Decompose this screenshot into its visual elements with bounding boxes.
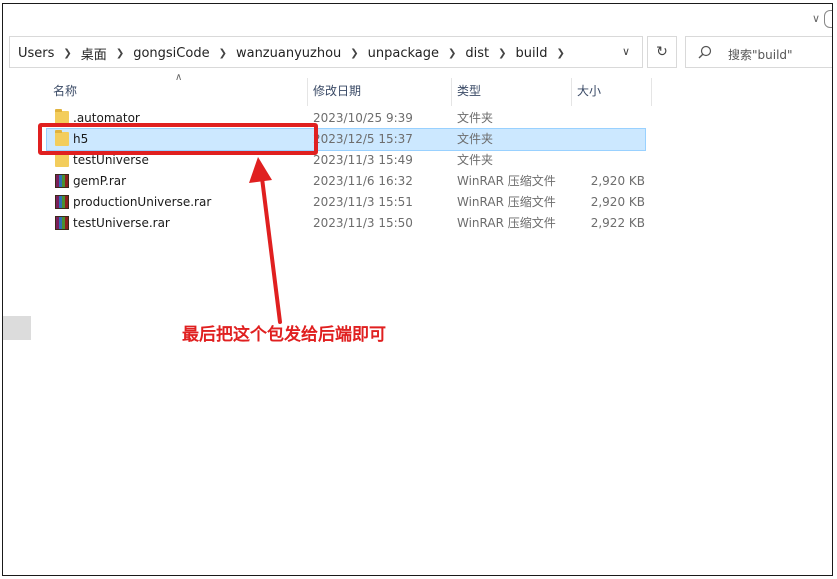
breadcrumb-users[interactable]: Users xyxy=(16,46,56,61)
refresh-icon: ↻ xyxy=(656,44,668,60)
file-type: WinRAR 压缩文件 xyxy=(457,195,556,209)
chevron-right-icon[interactable]: ❯ xyxy=(448,48,456,59)
search-input[interactable]: 搜索"build" xyxy=(728,46,793,63)
annotation-highlight-box xyxy=(38,123,318,155)
breadcrumb-dist[interactable]: dist xyxy=(463,46,491,61)
explorer-window: ∨ Users ❯ 桌面 ❯ gongsiCode ❯ wanzuanyuzho… xyxy=(2,3,833,576)
rar-archive-icon xyxy=(55,195,69,209)
folder-icon xyxy=(55,151,69,167)
breadcrumb-desktop[interactable]: 桌面 xyxy=(79,44,109,63)
breadcrumb-wanzuanyuzhou[interactable]: wanzuanyuzhou xyxy=(234,46,343,61)
title-strip: ∨ xyxy=(3,4,832,34)
column-date[interactable]: 修改日期 xyxy=(307,76,451,106)
breadcrumb: Users ❯ 桌面 ❯ gongsiCode ❯ wanzuanyuzhou … xyxy=(16,44,572,63)
file-name: productionUniverse.rar xyxy=(73,195,212,209)
breadcrumb-unpackage[interactable]: unpackage xyxy=(366,46,441,61)
chevron-right-icon[interactable]: ❯ xyxy=(350,48,358,59)
file-date: 2023/11/3 15:51 xyxy=(313,195,413,209)
rar-archive-icon xyxy=(55,174,69,188)
search-icon xyxy=(698,45,712,59)
file-date: 2023/11/3 15:49 xyxy=(313,153,413,167)
file-size: 2,920 KB xyxy=(590,195,645,209)
address-dropdown-icon[interactable]: ∨ xyxy=(622,45,630,58)
column-divider[interactable] xyxy=(651,78,652,106)
breadcrumb-gongsicode[interactable]: gongsiCode xyxy=(131,46,211,61)
file-name: gemP.rar xyxy=(73,174,127,188)
file-name: testUniverse.rar xyxy=(73,216,170,230)
chevron-right-icon[interactable]: ❯ xyxy=(116,48,124,59)
search-box[interactable]: 搜索"build" xyxy=(685,36,832,68)
file-date: 2023/10/25 9:39 xyxy=(313,111,413,125)
address-row: Users ❯ 桌面 ❯ gongsiCode ❯ wanzuanyuzhou … xyxy=(3,36,832,70)
breadcrumb-build[interactable]: build xyxy=(514,46,550,61)
file-date: 2023/12/5 15:37 xyxy=(313,132,413,146)
annotation-text: 最后把这个包发给后端即可 xyxy=(182,325,386,345)
chevron-right-icon[interactable]: ❯ xyxy=(63,48,71,59)
chevron-right-icon[interactable]: ❯ xyxy=(557,48,565,59)
file-row-gemp-rar[interactable]: gemP.rar 2023/11/6 16:32 WinRAR 压缩文件 2,9… xyxy=(47,171,657,192)
column-header: ∧ 名称 修改日期 类型 大小 xyxy=(47,72,657,106)
circle-icon xyxy=(824,10,832,28)
file-type: WinRAR 压缩文件 xyxy=(457,216,556,230)
file-type: WinRAR 压缩文件 xyxy=(457,174,556,188)
sidebar-selected-item[interactable] xyxy=(3,316,31,340)
file-row-testuniverse-rar[interactable]: testUniverse.rar 2023/11/3 15:50 WinRAR … xyxy=(47,213,657,234)
column-size[interactable]: 大小 xyxy=(571,76,651,106)
file-type: 文件夹 xyxy=(457,153,494,167)
column-type[interactable]: 类型 xyxy=(451,76,571,106)
chevron-down-icon[interactable]: ∨ xyxy=(812,12,820,25)
file-row-productionuniverse-rar[interactable]: productionUniverse.rar 2023/11/3 15:51 W… xyxy=(47,192,657,213)
address-bar[interactable]: Users ❯ 桌面 ❯ gongsiCode ❯ wanzuanyuzhou … xyxy=(9,36,643,68)
file-type: 文件夹 xyxy=(457,132,494,146)
file-date: 2023/11/6 16:32 xyxy=(313,174,413,188)
file-date: 2023/11/3 15:50 xyxy=(313,216,413,230)
file-size: 2,920 KB xyxy=(590,174,645,188)
file-size: 2,922 KB xyxy=(590,216,645,230)
rar-archive-icon xyxy=(55,216,69,230)
refresh-button[interactable]: ↻ xyxy=(647,36,677,68)
chevron-right-icon[interactable]: ❯ xyxy=(219,48,227,59)
file-type: 文件夹 xyxy=(457,111,494,125)
chevron-right-icon[interactable]: ❯ xyxy=(498,48,506,59)
column-name[interactable]: 名称 xyxy=(47,76,307,106)
